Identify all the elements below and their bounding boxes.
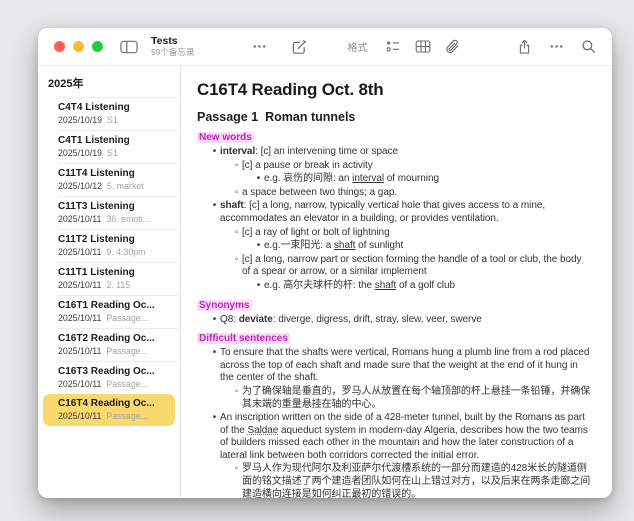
note-editor[interactable]: C16T4 Reading Oct. 8th Passage 1 Roman t… [181, 66, 612, 498]
note-item-meta: 2025/10/1136. emoti... [58, 214, 171, 224]
close-button[interactable] [54, 41, 65, 52]
window-title-block: Tests 59个备忘录 [151, 36, 194, 57]
app-body: 2025年 C4T4 Listening2025/10/19S1C4T1 Lis… [38, 66, 612, 498]
list-item[interactable]: C16T1 Reading Oc... 2025/10/11Passage... [43, 296, 175, 328]
list-item[interactable]: C16T2 Reading Oc... 2025/10/11Passage... [43, 329, 175, 361]
list-item[interactable]: C11T3 Listening 2025/10/1136. emoti... [43, 197, 175, 229]
bullet-icon: ◦ [231, 227, 242, 240]
note-bullet-line: ◦a space between two things; a gap. [197, 187, 592, 200]
bullet-icon: ◦ [231, 254, 242, 279]
sidebar-toggle-icon[interactable] [120, 40, 138, 54]
note-item-title: C11T4 Listening [58, 168, 171, 179]
note-bullet-line: ◦[c] a long, narrow part or section form… [197, 254, 592, 279]
note-item-meta: 2025/10/11Passage... [58, 411, 171, 421]
share-icon[interactable] [517, 39, 532, 55]
desktop-background: Tests 59个备忘录 格式 [0, 0, 634, 521]
note-item-title: C16T3 Reading Oc... [58, 366, 171, 377]
note-item-title: C4T1 Listening [58, 135, 171, 146]
list-item[interactable]: C11T1 Listening 2025/10/112. 115 [43, 263, 175, 295]
bullet-icon: • [253, 173, 264, 186]
note-bullet-line: •interval: [c] an intervening time or sp… [197, 146, 592, 159]
note-more-icon[interactable] [549, 39, 564, 54]
attachment-icon[interactable] [444, 39, 460, 55]
folder-title: Tests [151, 36, 194, 48]
note-title: C16T4 Reading Oct. 8th [197, 80, 592, 100]
note-body: New words•interval: [c] an intervening t… [197, 127, 592, 498]
bullet-icon: • [209, 146, 220, 159]
note-item-title: C4T4 Listening [58, 102, 171, 113]
note-item-meta: 2025/10/19S1 [58, 115, 171, 125]
note-item-meta: 2025/10/119. 4:30pm [58, 247, 171, 257]
note-item-meta: 2025/10/11Passage... [58, 313, 171, 323]
note-bullet-line: ◦为了确保轴是垂直的，罗马人从放置在每个轴顶部的杆上悬挂一条铅锤，并确保其末端的… [197, 386, 592, 411]
note-item-meta: 2025/10/11Passage... [58, 346, 171, 356]
note-item-meta: 2025/10/125. market [58, 181, 171, 191]
note-item-title: C11T1 Listening [58, 267, 171, 278]
bullet-icon: ◦ [231, 386, 242, 411]
note-section-header: New words [197, 127, 592, 145]
note-section-header: Difficult sentences [197, 328, 592, 346]
search-icon[interactable] [581, 39, 596, 54]
table-icon[interactable] [415, 39, 431, 54]
note-item-title: C16T2 Reading Oc... [58, 333, 171, 344]
notes-count: 59个备忘录 [151, 48, 194, 58]
new-note-icon[interactable] [291, 39, 307, 55]
note-item-title: C16T1 Reading Oc... [58, 300, 171, 311]
checklist-icon[interactable] [385, 39, 401, 54]
list-item[interactable]: C16T4 Reading Oc... 2025/10/11Passage... [43, 394, 175, 426]
list-item[interactable]: C4T4 Listening 2025/10/19S1 [43, 98, 175, 130]
bullet-icon: ◦ [231, 187, 242, 200]
note-bullet-line: •e.g.一束阳光: a shaft of sunlight [197, 240, 592, 253]
bullet-icon: ◦ [231, 160, 242, 173]
note-item-title: C11T2 Listening [58, 234, 171, 245]
folder-more-icon[interactable] [252, 39, 267, 54]
note-bullet-line: ◦[c] a ray of light or bolt of lightning [197, 227, 592, 240]
list-item[interactable]: C11T4 Listening 2025/10/125. market [43, 164, 175, 196]
notes-list: C4T4 Listening2025/10/19S1C4T1 Listening… [38, 97, 180, 426]
toolbar-right-group [517, 39, 596, 55]
note-bullet-line: •shaft: [c] a long, narrow, typically ve… [197, 200, 592, 225]
list-item[interactable]: C16T3 Reading Oc... 2025/10/11Passage... [43, 362, 175, 394]
note-item-title: C16T4 Reading Oc... [58, 398, 171, 409]
window-controls [54, 41, 103, 52]
note-bullet-line: ◦罗马人作为现代阿尔及利亚萨尔代渡槽系统的一部分而建造的428米长的隧道侧面的铭… [197, 463, 592, 498]
bullet-icon: • [253, 240, 264, 253]
bullet-icon: • [209, 200, 220, 225]
note-item-meta: 2025/10/112. 115 [58, 280, 171, 290]
format-button[interactable]: 格式 [347, 39, 367, 54]
bullet-icon: ◦ [231, 463, 242, 498]
bullet-icon: • [253, 280, 264, 293]
minimize-button[interactable] [73, 41, 84, 52]
sidebar-section-header: 2025年 [38, 72, 180, 97]
bullet-icon: • [209, 347, 220, 385]
note-item-meta: 2025/10/19S1 [58, 148, 171, 158]
bullet-icon: • [209, 412, 220, 462]
notes-app-window: Tests 59个备忘录 格式 [38, 28, 612, 498]
zoom-button[interactable] [92, 41, 103, 52]
list-item[interactable]: C11T2 Listening 2025/10/119. 4:30pm [43, 230, 175, 262]
note-bullet-line: •To ensure that the shafts were vertical… [197, 347, 592, 385]
note-bullet-line: •An inscription written on the side of a… [197, 412, 592, 462]
note-bullet-line: •Q8: deviate: diverge, digress, drift, s… [197, 314, 592, 327]
passage-heading: Passage 1 Roman tunnels [197, 110, 592, 124]
note-item-title: C11T3 Listening [58, 201, 171, 212]
note-bullet-line: •e.g. 哀伤的间隙: an interval of mourning [197, 173, 592, 186]
note-bullet-line: •e.g. 高尔夫球杆的杆: the shaft of a golf club [197, 280, 592, 293]
note-section-header: Synonyms [197, 295, 592, 313]
notes-sidebar: 2025年 C4T4 Listening2025/10/19S1C4T1 Lis… [38, 66, 181, 498]
bullet-icon: • [209, 314, 220, 327]
note-item-meta: 2025/10/11Passage... [58, 379, 171, 389]
list-item[interactable]: C4T1 Listening 2025/10/19S1 [43, 131, 175, 163]
toolbar: Tests 59个备忘录 格式 [38, 28, 612, 66]
note-bullet-line: ◦[c] a pause or break in activity [197, 160, 592, 173]
